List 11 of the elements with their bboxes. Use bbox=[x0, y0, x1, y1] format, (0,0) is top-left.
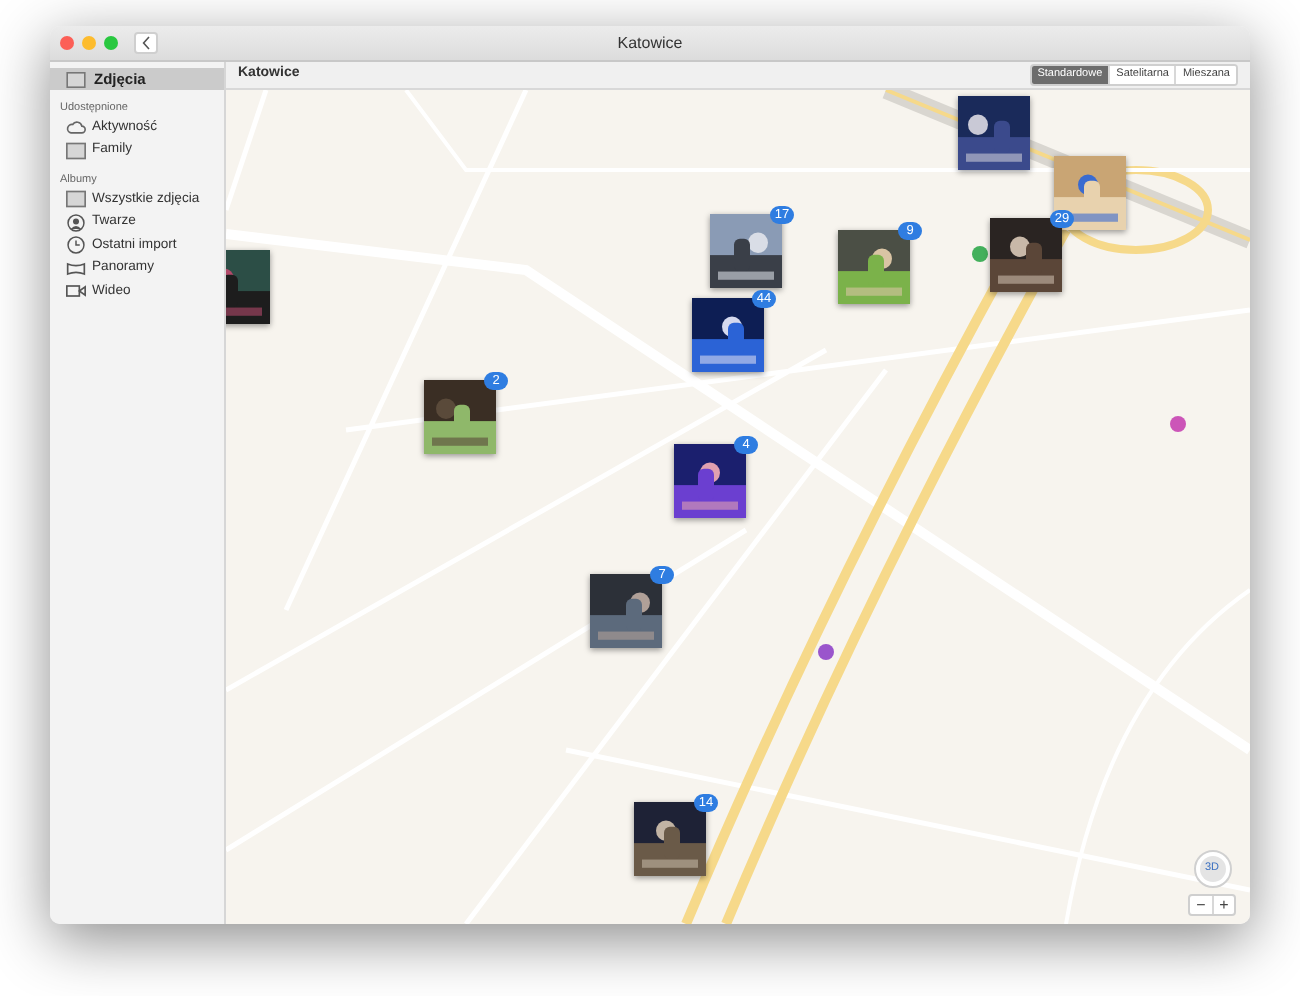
window-title: Katowice bbox=[617, 35, 683, 51]
album-icon bbox=[66, 190, 86, 209]
album-icon bbox=[66, 141, 86, 160]
photos-icon bbox=[66, 71, 86, 87]
face-icon bbox=[66, 213, 86, 232]
cloud-icon bbox=[66, 118, 86, 137]
chevron-left-icon bbox=[142, 36, 150, 50]
panorama-icon bbox=[66, 259, 86, 278]
clock-icon bbox=[66, 236, 86, 255]
video-camera-icon bbox=[66, 282, 86, 301]
back-button[interactable] bbox=[134, 32, 158, 54]
